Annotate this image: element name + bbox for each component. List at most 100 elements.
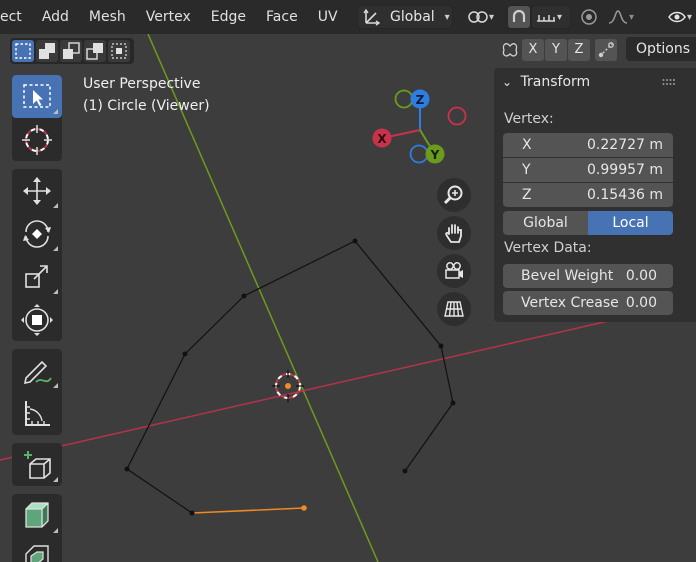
active-object-label: (1) Circle (Viewer) bbox=[83, 98, 210, 114]
transform-title: Transform bbox=[520, 74, 591, 90]
selected-edge[interactable] bbox=[191, 507, 305, 514]
tool-cursor[interactable] bbox=[12, 118, 62, 161]
vertex-x-axis: X bbox=[522, 137, 532, 153]
tool-measure[interactable] bbox=[12, 392, 62, 435]
menu-uv[interactable]: UV bbox=[308, 0, 348, 34]
tool-rotate[interactable] bbox=[12, 212, 62, 255]
move-icon bbox=[23, 176, 51, 205]
vertex-x-field[interactable]: X 0.22727 m bbox=[503, 133, 673, 157]
vertex-z-axis: Z bbox=[522, 187, 532, 203]
gizmo-x-label: X bbox=[377, 132, 387, 146]
scale-icon bbox=[25, 264, 48, 288]
menu-face[interactable]: Face bbox=[256, 0, 308, 34]
space-toggle: Global Local bbox=[503, 211, 673, 235]
camera-icon bbox=[445, 262, 463, 279]
x-axis-line bbox=[0, 300, 696, 461]
add-cube-icon bbox=[24, 450, 51, 479]
select-mode-new[interactable] bbox=[12, 40, 34, 62]
falloff-dropdown[interactable]: ▾ bbox=[603, 5, 641, 29]
vertex-x-value: 0.22727 m bbox=[587, 137, 663, 153]
snap-target-dropdown[interactable]: ▾ bbox=[531, 5, 571, 29]
menu-select[interactable]: ect bbox=[0, 0, 32, 34]
menu-edge[interactable]: Edge bbox=[201, 0, 256, 34]
extrude-icon bbox=[25, 501, 49, 528]
select-subtract-icon bbox=[63, 42, 80, 59]
visibility-dropdown[interactable]: ▾ bbox=[662, 5, 696, 29]
inset-icon bbox=[25, 544, 49, 562]
vertex-y-axis: Y bbox=[522, 162, 531, 178]
snap-toggle[interactable] bbox=[507, 5, 531, 29]
sidebar-transform-panel: ⌄ Transform Vertex: X 0.22727 m Y 0.9995… bbox=[494, 68, 696, 322]
vertex-data-label: Vertex Data: bbox=[504, 240, 592, 256]
cursor-icon bbox=[22, 124, 52, 155]
blender-window: ect Add Mesh Vertex Edge Face UV Global … bbox=[0, 0, 696, 562]
zoom-button[interactable] bbox=[437, 178, 471, 212]
vertex-y-field[interactable]: Y 0.99957 m bbox=[503, 158, 673, 182]
hand-pan-icon bbox=[445, 224, 462, 243]
gizmo-z-label: Z bbox=[416, 93, 425, 107]
tool-select-box[interactable] bbox=[12, 75, 62, 118]
tool-extrude[interactable] bbox=[12, 494, 62, 537]
grid-ortho-icon bbox=[444, 301, 464, 317]
select-mode-buttons bbox=[10, 38, 134, 64]
menu-mesh[interactable]: Mesh bbox=[79, 0, 136, 34]
ortho-toggle-button[interactable] bbox=[437, 292, 471, 326]
chevron-down-icon: ▾ bbox=[687, 11, 693, 23]
pivot-dropdown[interactable]: ▾ bbox=[462, 5, 502, 29]
select-mode-invert[interactable] bbox=[84, 40, 106, 62]
vertex-z-field[interactable]: Z 0.15436 m bbox=[503, 183, 673, 207]
orientation-dropdown[interactable]: Global ▾ bbox=[357, 5, 453, 29]
mirror-y-toggle[interactable]: Y bbox=[545, 39, 567, 61]
select-extend-icon bbox=[39, 43, 55, 59]
auto-merge-toggle[interactable] bbox=[595, 39, 617, 61]
local-toggle-button[interactable]: Local bbox=[588, 211, 673, 235]
vertex-z-value: 0.15436 m bbox=[587, 187, 663, 203]
mirror-x-toggle[interactable]: X bbox=[522, 39, 544, 61]
vertex-crease-label: Vertex Crease bbox=[521, 295, 619, 311]
menu-vertex[interactable]: Vertex bbox=[136, 0, 201, 34]
snap-increment-icon bbox=[537, 15, 555, 22]
chevron-down-icon: ▾ bbox=[557, 11, 563, 23]
transform-panel-header[interactable]: ⌄ Transform bbox=[502, 74, 590, 90]
gizmo-neg-z[interactable] bbox=[409, 144, 429, 164]
chevron-down-icon: ▾ bbox=[444, 11, 450, 23]
tool-scale[interactable] bbox=[12, 255, 62, 298]
pan-button[interactable] bbox=[437, 216, 471, 250]
tool-move[interactable] bbox=[12, 169, 62, 212]
chevron-down-icon: ⌄ bbox=[502, 75, 513, 89]
drag-grip-icon[interactable] bbox=[662, 78, 676, 86]
tool-annotate[interactable] bbox=[12, 349, 62, 392]
menu-add[interactable]: Add bbox=[32, 0, 79, 34]
tool-add-cube[interactable] bbox=[12, 443, 62, 486]
tool-shelf bbox=[12, 75, 62, 562]
bevel-weight-field[interactable]: Bevel Weight 0.00 bbox=[503, 264, 673, 288]
select-mode-subtract[interactable] bbox=[60, 40, 82, 62]
camera-view-button[interactable] bbox=[437, 254, 471, 288]
gizmo-y-label: Y bbox=[430, 148, 440, 162]
proportional-edit-toggle[interactable] bbox=[577, 5, 601, 29]
bevel-weight-label: Bevel Weight bbox=[521, 268, 614, 284]
select-intersect-icon bbox=[111, 43, 127, 59]
mirror-z-toggle[interactable]: Z bbox=[568, 39, 590, 61]
tool-inset[interactable] bbox=[12, 537, 62, 562]
eye-icon bbox=[668, 11, 686, 23]
falloff-curve-icon bbox=[608, 10, 628, 24]
vertex-crease-field[interactable]: Vertex Crease 0.00 bbox=[503, 291, 673, 315]
vertex-y-value: 0.99957 m bbox=[587, 162, 663, 178]
gizmo-neg-y[interactable] bbox=[394, 89, 414, 109]
annotate-icon bbox=[23, 360, 52, 384]
active-vertex[interactable] bbox=[301, 505, 307, 511]
options-dropdown[interactable]: Options bbox=[626, 37, 696, 61]
select-invert-icon bbox=[86, 43, 103, 60]
select-new-icon bbox=[15, 43, 31, 59]
select-mode-extend[interactable] bbox=[36, 40, 58, 62]
vertex-label: Vertex: bbox=[504, 111, 554, 127]
navigation-gizmo[interactable]: Z X Y bbox=[372, 89, 467, 164]
gizmo-neg-x[interactable] bbox=[447, 106, 467, 126]
orientation-icon bbox=[363, 8, 381, 26]
global-toggle-button[interactable]: Global bbox=[503, 211, 588, 235]
select-mode-intersect[interactable] bbox=[108, 40, 130, 62]
zoom-icon bbox=[443, 185, 463, 205]
butterfly-icon[interactable] bbox=[498, 39, 522, 61]
tool-transform[interactable] bbox=[12, 298, 62, 341]
